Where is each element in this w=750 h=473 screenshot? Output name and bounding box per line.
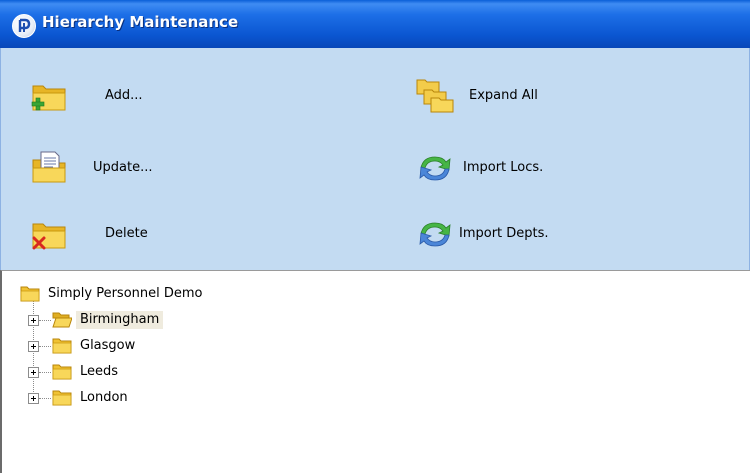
- tree-connector-line: [39, 346, 51, 347]
- window-title: Hierarchy Maintenance: [42, 13, 239, 31]
- title-bar: Hierarchy Maintenance: [0, 0, 750, 48]
- tree-expander-london[interactable]: [28, 393, 39, 404]
- expand-all-label: Expand All: [469, 88, 538, 103]
- tree-connector-line: [39, 320, 51, 321]
- add-button[interactable]: Add...: [29, 76, 169, 116]
- tree-expander-glasgow[interactable]: [28, 341, 39, 352]
- hierarchy-tree[interactable]: Simply Personnel Demo Birmingham Glasgow…: [0, 270, 750, 473]
- folder-icon: [52, 338, 72, 354]
- tree-node-label: Simply Personnel Demo: [48, 286, 203, 301]
- tree-expander-birmingham[interactable]: [28, 315, 39, 326]
- app-logo-icon: [12, 14, 36, 38]
- update-button[interactable]: Update...: [29, 148, 179, 188]
- import-depts-button[interactable]: Import Depts.: [415, 214, 595, 254]
- folder-delete-icon: [32, 223, 66, 250]
- expand-all-button[interactable]: Expand All: [415, 76, 575, 116]
- import-depts-label: Import Depts.: [459, 226, 549, 241]
- tree-connector-line: [39, 398, 51, 399]
- delete-button[interactable]: Delete: [29, 214, 179, 254]
- delete-label: Delete: [105, 226, 148, 241]
- folder-add-icon: [31, 85, 66, 111]
- add-label: Add...: [105, 88, 143, 103]
- tree-node-label: London: [80, 390, 128, 405]
- folders-expand-icon: [416, 79, 454, 113]
- folder-open-icon: [52, 312, 72, 328]
- update-label: Update...: [93, 160, 153, 175]
- import-locs-button[interactable]: Import Locs.: [415, 148, 585, 188]
- toolbar-panel: Add... Update... Delete Expand All Impor…: [0, 48, 750, 270]
- refresh-arrows-icon: [419, 222, 451, 247]
- folder-icon: [20, 286, 40, 302]
- tree-node-label: Glasgow: [80, 338, 136, 353]
- import-locs-label: Import Locs.: [463, 160, 544, 175]
- refresh-arrows-icon: [419, 156, 451, 181]
- tree-node-label: Leeds: [80, 364, 119, 379]
- tree-connector-line: [39, 372, 51, 373]
- folder-icon: [52, 390, 72, 406]
- tree-node-label: Birmingham: [76, 311, 164, 329]
- folder-icon: [52, 364, 72, 380]
- folder-document-icon: [32, 151, 66, 183]
- tree-expander-leeds[interactable]: [28, 367, 39, 378]
